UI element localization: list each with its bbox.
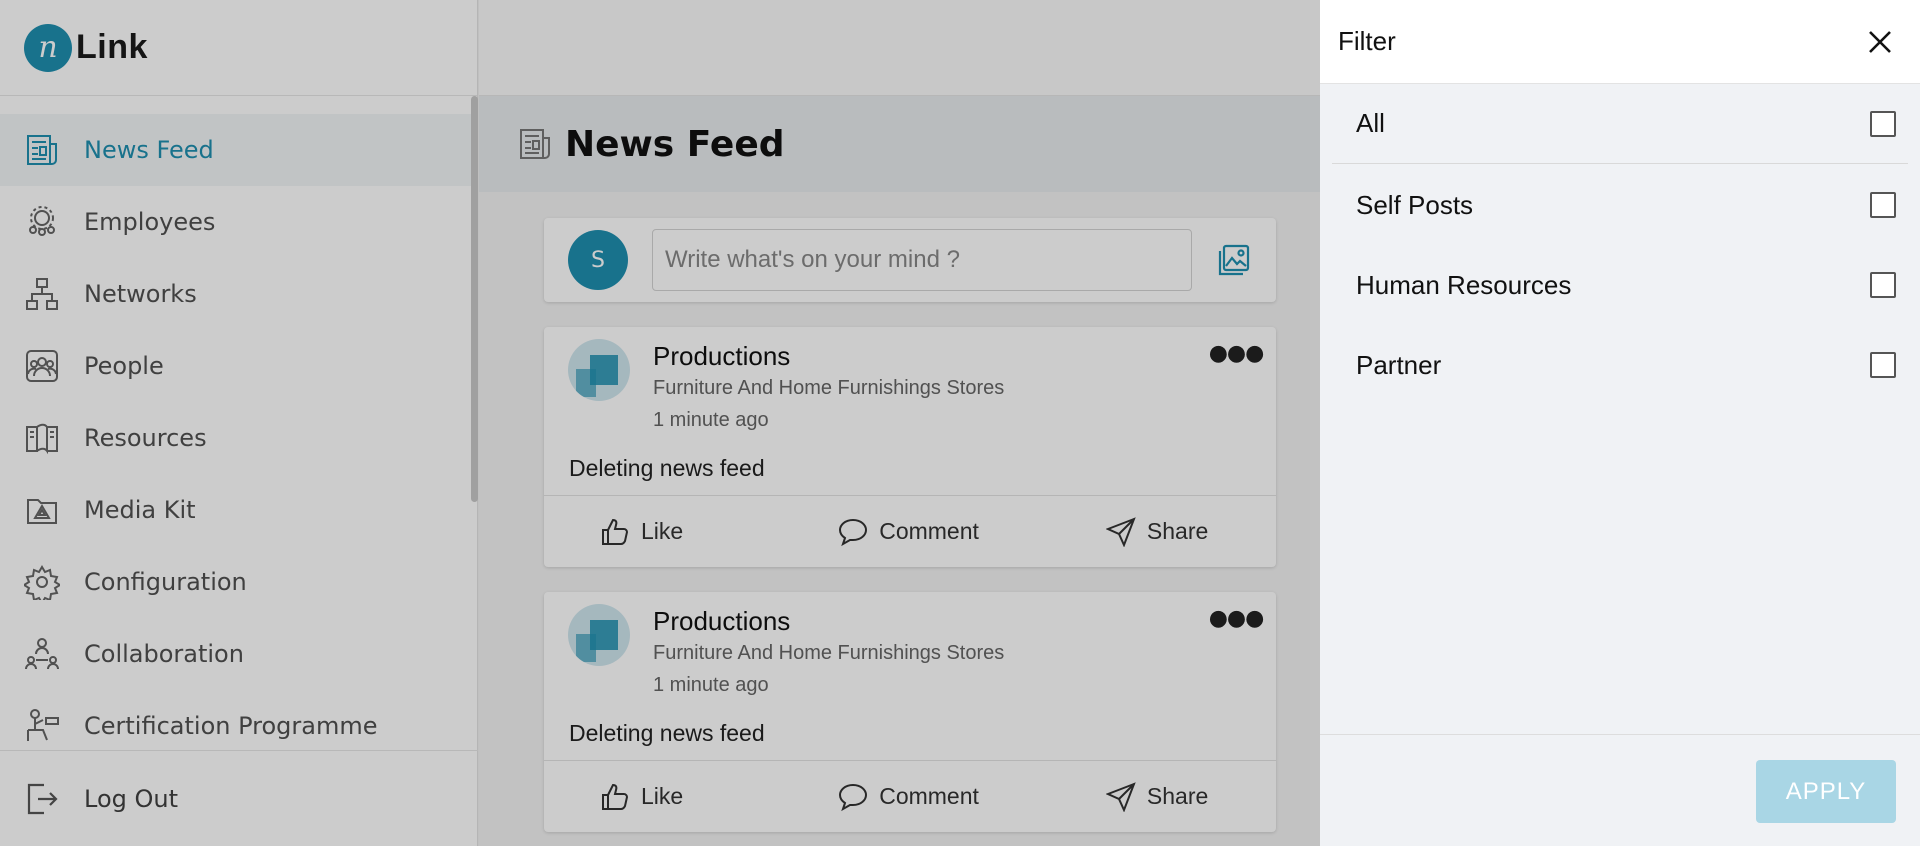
filter-checkbox[interactable] [1870,352,1896,378]
close-icon[interactable] [1864,26,1896,58]
apply-button[interactable]: APPLY [1756,760,1896,823]
filter-panel: Filter All Self Posts Human Resources Pa… [1320,0,1920,846]
filter-footer: APPLY [1320,734,1920,846]
filter-option-label: Human Resources [1356,269,1572,300]
filter-checkbox[interactable] [1870,110,1896,137]
filter-header: Filter [1320,0,1920,84]
modal-backdrop[interactable] [0,0,1320,846]
filter-option-label: Partner [1356,349,1442,380]
filter-option-all[interactable]: All [1332,84,1908,164]
filter-option-label: Self Posts [1356,189,1474,220]
filter-checkbox[interactable] [1870,272,1896,298]
filter-option-self-posts[interactable]: Self Posts [1332,165,1908,245]
filter-checkbox[interactable] [1870,192,1896,218]
filter-option-partner[interactable]: Partner [1332,325,1908,405]
filter-option-human-resources[interactable]: Human Resources [1332,245,1908,325]
filter-option-label: All [1356,108,1385,138]
filter-title: Filter [1338,26,1396,56]
